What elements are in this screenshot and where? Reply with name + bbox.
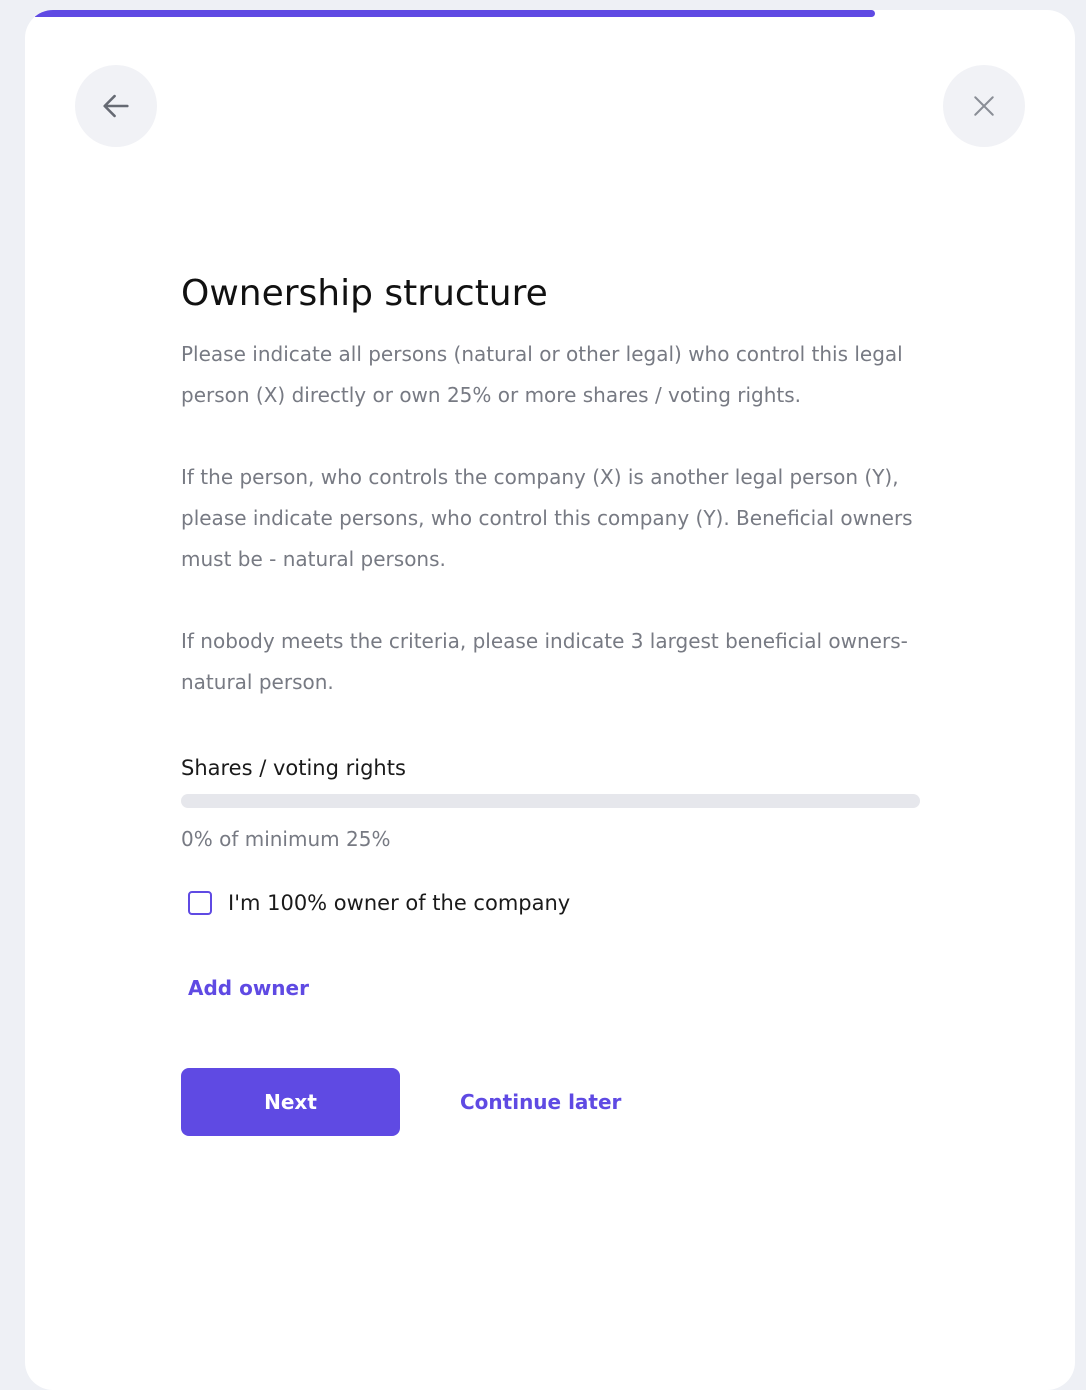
form-content: Ownership structure Please indicate all … — [181, 272, 941, 1136]
shares-progress-bar — [181, 794, 920, 808]
close-icon — [974, 96, 994, 116]
step-progress-bar — [25, 10, 1075, 17]
full-owner-checkbox-label[interactable]: I'm 100% owner of the company — [228, 888, 570, 918]
instruction-paragraph: If nobody meets the criteria, please ind… — [181, 629, 908, 694]
back-button[interactable] — [75, 65, 157, 147]
step-progress-fill — [35, 10, 875, 17]
shares-status-text: 0% of minimum 25% — [181, 827, 391, 851]
full-owner-checkbox-row[interactable]: I'm 100% owner of the company — [188, 888, 941, 918]
shares-label: Shares / voting rights — [181, 756, 406, 780]
continue-later-link[interactable]: Continue later — [460, 1090, 621, 1114]
next-button[interactable]: Next — [181, 1068, 400, 1136]
arrow-left-icon — [103, 94, 129, 118]
instruction-paragraph: If the person, who controls the company … — [181, 465, 913, 571]
add-owner-link[interactable]: Add owner — [188, 974, 309, 1002]
onboarding-card: Ownership structure Please indicate all … — [25, 10, 1075, 1390]
close-button[interactable] — [943, 65, 1025, 147]
page-title: Ownership structure — [181, 273, 548, 314]
instruction-paragraph: Please indicate all persons (natural or … — [181, 342, 903, 407]
form-actions: Next Continue later — [181, 1068, 941, 1136]
full-owner-checkbox[interactable] — [188, 891, 212, 915]
